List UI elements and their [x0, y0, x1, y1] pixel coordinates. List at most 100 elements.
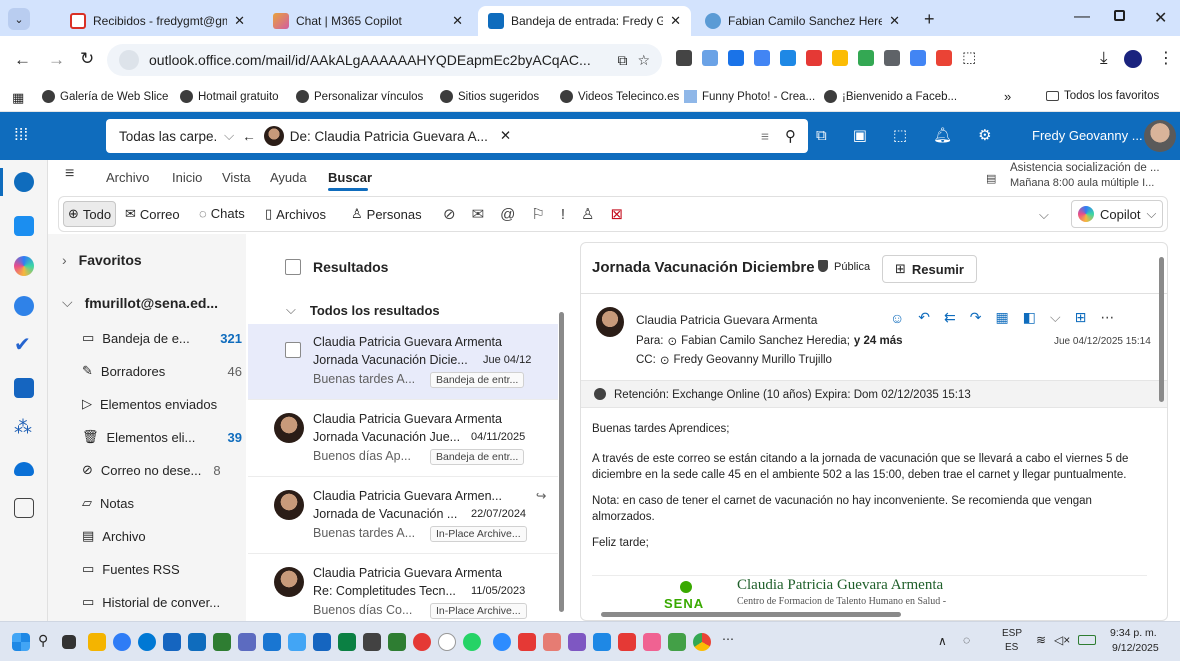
list-item[interactable]: Claudia Patricia Guevara Armenta Re: Com… — [248, 555, 558, 631]
windows-start-icon[interactable] — [12, 633, 30, 651]
copilot-button[interactable]: Copilot ⌵ — [1071, 200, 1164, 228]
tab-ayuda[interactable]: Ayuda — [270, 170, 307, 185]
more-icon[interactable]: ⋯ — [1100, 309, 1114, 326]
menu-icon[interactable]: ⋮ — [1158, 48, 1174, 68]
wifi-icon[interactable]: ≋ — [1036, 633, 1046, 647]
download-icon[interactable]: ⤓ — [1100, 48, 1108, 68]
search-icon[interactable]: ⚲ — [38, 632, 48, 649]
battery-icon[interactable] — [1078, 635, 1096, 645]
taskbar-app-icon[interactable] — [238, 633, 256, 651]
vertical-scrollbar[interactable] — [1159, 257, 1164, 402]
extension-icon[interactable] — [858, 50, 874, 66]
taskbar-app-icon[interactable] — [668, 633, 686, 651]
extension-icon[interactable] — [806, 50, 822, 66]
back-icon[interactable]: ← — [14, 50, 31, 70]
taskbar-app-icon[interactable] — [363, 633, 381, 651]
filter-archivos[interactable]: ▯ Archivos — [265, 206, 326, 222]
tab-outlook[interactable]: Bandeja de entrada: Fredy Geo ✕ — [478, 6, 691, 36]
language-indicator[interactable]: ESP — [1002, 628, 1022, 639]
folder-archive[interactable]: ▤ Archivo — [82, 528, 242, 544]
bookmark[interactable]: ¡Bienvenido a Faceb... — [824, 90, 957, 103]
tab-inicio[interactable]: Inicio — [172, 170, 202, 185]
tab-search-icon[interactable]: ⌄ — [8, 8, 30, 30]
folder-junk[interactable]: ⊘ Correo no dese... 8 — [82, 462, 242, 478]
feedback-icon[interactable]: ⬚ — [893, 126, 907, 144]
bookmark[interactable]: Galería de Web Slice — [42, 90, 168, 103]
folder-rss[interactable]: ▭ Fuentes RSS — [82, 561, 242, 577]
volume-icon[interactable]: ◁× — [1054, 633, 1070, 647]
summarize-button[interactable]: ⊞ Resumir — [882, 255, 977, 283]
app-launcher-icon[interactable]: ⁞⁞⁞ — [14, 125, 28, 145]
user-name[interactable]: Fredy Geovanny ... — [1032, 128, 1143, 143]
taskbar-app-icon[interactable] — [543, 633, 561, 651]
tab-copilot[interactable]: Chat | M365 Copilot ✕ — [263, 6, 473, 36]
tab-gmail[interactable]: Recibidos - fredygmt@gmail.co✕ — [60, 6, 255, 36]
org-icon[interactable]: ⁂ — [14, 418, 34, 438]
chrome-icon[interactable] — [693, 633, 711, 651]
results-group[interactable]: ⌵ Todos los resultados — [286, 302, 440, 318]
extension-icon[interactable] — [780, 50, 796, 66]
folder-inbox[interactable]: ▭ Bandeja de e... 321 — [82, 330, 242, 346]
bookmark[interactable]: Funny Photo! - Crea... — [684, 90, 815, 103]
taskbar-app-icon[interactable] — [388, 633, 406, 651]
more-bookmarks-icon[interactable]: » — [1004, 89, 1011, 104]
taskbar-app-icon[interactable] — [288, 633, 306, 651]
back-arrow-icon[interactable]: ← — [242, 129, 256, 144]
new-tab-icon[interactable]: + — [924, 9, 935, 30]
teams-icon[interactable]: ⧉ — [816, 127, 827, 144]
onedrive-icon[interactable] — [14, 462, 34, 476]
horizontal-scrollbar[interactable] — [601, 612, 901, 617]
taskbar-app-icon[interactable] — [618, 633, 636, 651]
close-icon[interactable]: ✕ — [452, 13, 463, 29]
taskbar-app-icon[interactable] — [643, 633, 661, 651]
tab-archivo[interactable]: Archivo — [106, 170, 149, 185]
taskbar-app-icon[interactable] — [438, 633, 456, 651]
taskbar-app-icon[interactable] — [568, 633, 586, 651]
chevron-down-icon[interactable]: ⌵ — [224, 128, 234, 144]
taskbar-app-icon[interactable] — [88, 633, 106, 651]
reply-all-icon[interactable]: ⇇ — [944, 309, 956, 326]
apps-icon[interactable]: ▦ — [12, 90, 24, 106]
search-icon[interactable]: ⚲ — [785, 127, 796, 145]
extension-icon[interactable] — [676, 50, 692, 66]
all-favorites[interactable]: Todos los favoritos — [1046, 90, 1159, 102]
excel-icon[interactable]: ▣ — [853, 126, 867, 144]
user-avatar[interactable] — [1144, 120, 1176, 152]
filter-icon[interactable]: ≡ — [761, 129, 769, 144]
list-item[interactable]: Claudia Patricia Guevara Armen... ↪ Jorn… — [248, 478, 558, 554]
forward-icon[interactable]: ↷ — [970, 309, 982, 326]
chevron-up-icon[interactable]: ∧ — [938, 634, 947, 648]
extension-icon[interactable] — [884, 50, 900, 66]
taskbar-app-icon[interactable] — [313, 633, 331, 651]
filter-personas[interactable]: ♙ Personas — [351, 206, 422, 222]
minimize-icon[interactable]: — — [1074, 8, 1090, 26]
calendar-icon[interactable] — [14, 216, 34, 236]
chevron-down-icon[interactable]: ⌵ — [1039, 207, 1049, 223]
bookmark[interactable]: Sitios sugeridos — [440, 90, 539, 103]
sender-avatar[interactable] — [596, 307, 624, 337]
filter-chats[interactable]: ◌ Chats — [199, 206, 245, 221]
cloud-icon[interactable]: ◌ — [963, 633, 970, 647]
remove-chip-icon[interactable]: ✕ — [500, 128, 511, 144]
more-icon[interactable]: ⋯ — [722, 632, 734, 646]
taskbar-app-icon[interactable] — [338, 633, 356, 651]
todo-icon[interactable]: ✔ — [14, 335, 34, 356]
unread-icon[interactable]: ✉ — [472, 205, 485, 223]
taskbar-app-icon[interactable] — [213, 633, 231, 651]
list-scrollbar[interactable] — [559, 312, 564, 612]
forward-icon[interactable]: → — [48, 50, 65, 70]
reminder-title[interactable]: Asistencia socialización de ... — [1010, 162, 1160, 174]
folder-notes[interactable]: ▱ Notas — [82, 495, 242, 511]
taskbar-app-icon[interactable] — [593, 633, 611, 651]
sender-name[interactable]: Claudia Patricia Guevara Armenta — [636, 313, 817, 327]
mention-icon[interactable]: @ — [500, 206, 515, 223]
extension-icon[interactable] — [936, 50, 952, 66]
teams-icon[interactable]: ◧ — [1023, 309, 1036, 326]
taskbar-app-icon[interactable] — [413, 633, 431, 651]
puzzle-icon[interactable]: ⬚ — [962, 50, 976, 66]
account-header[interactable]: ⌵ fmurillot@sena.ed... — [62, 294, 218, 311]
more-apps-icon[interactable] — [14, 498, 34, 518]
task-view-icon[interactable] — [62, 635, 76, 649]
list-item[interactable]: Claudia Patricia Guevara Armenta Jornada… — [248, 324, 558, 400]
copilot-icon[interactable] — [14, 256, 34, 276]
